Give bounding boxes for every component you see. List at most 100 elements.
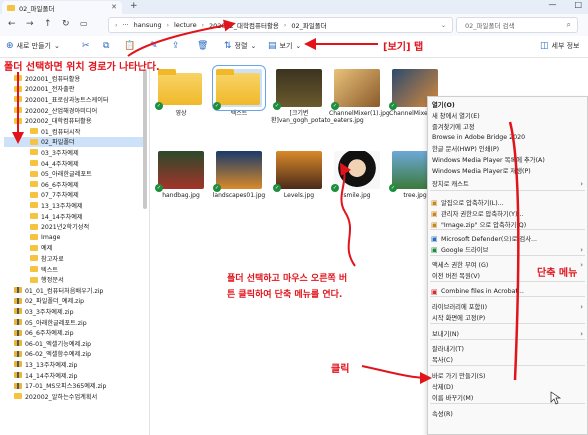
sidebar-item-label: 202001_컴퓨터활용 <box>25 75 81 83</box>
rename-icon[interactable]: ✎ <box>150 41 158 51</box>
sidebar-item[interactable]: 13_13주차예제.zip <box>14 359 77 370</box>
tab-close-icon[interactable]: ✕ <box>111 3 117 11</box>
breadcrumb-course[interactable]: 202002_대학컴퓨터활용 <box>209 20 279 30</box>
menu-item-icon: ▣ <box>431 245 438 254</box>
sidebar-item[interactable]: 202001_컴퓨터활용 <box>14 73 80 84</box>
context-menu-item[interactable]: 라이브러리에 포함(I) › <box>428 301 587 312</box>
search-input[interactable]: 02_파일폴더 검색 ⌕ <box>456 17 578 33</box>
sidebar-item[interactable]: 07_7주차예제 <box>30 190 79 201</box>
sidebar-item[interactable]: 02_파일폴더_예제.zip <box>14 296 84 307</box>
sidebar-item[interactable]: 05_아래한글레포트 <box>30 168 92 179</box>
image-file-item[interactable]: ✓ smile.jpg <box>331 151 383 199</box>
delete-icon[interactable]: 🗑 <box>197 41 208 51</box>
context-menu-item[interactable]: Windows Media Player 목록에 추가(A) <box>428 154 587 165</box>
context-menu-item[interactable]: ▣ Microsoft Defender(으)로 검사... <box>428 233 587 244</box>
new-tab-button[interactable]: + <box>130 1 138 11</box>
image-file-item[interactable]: ✓ Levels.jpg <box>273 151 325 199</box>
sidebar-item[interactable]: Image <box>30 232 60 243</box>
sidebar-item-label: 02_파일폴더_예제.zip <box>25 298 85 306</box>
maximize-button[interactable]: □ <box>574 0 582 9</box>
context-menu-item[interactable]: 장치로 캐스트 › <box>428 178 587 189</box>
image-file-item[interactable]: ✓ landscapes01.jpg <box>213 151 265 199</box>
image-file-item[interactable]: ✓ handbag.jpg <box>155 151 207 199</box>
chevron-down-icon[interactable]: ⌄ <box>441 22 446 29</box>
sidebar-item[interactable]: 06-01_엑셀기능예제.zip <box>14 338 91 349</box>
sidebar-item[interactable]: 01_01_컴퓨터처음배우기.zip <box>14 285 103 296</box>
sidebar-scrollbar[interactable] <box>143 69 147 209</box>
context-menu-item[interactable]: ▣ Combine files in Acrobat... <box>428 286 587 297</box>
context-menu-item[interactable]: 속성(R) <box>428 408 587 419</box>
share-icon[interactable]: ⇪ <box>172 41 180 51</box>
sidebar-item[interactable]: 05_아래한글레포트.zip <box>14 317 87 328</box>
sidebar-item[interactable]: 01_컴퓨터시작 <box>30 126 80 137</box>
breadcrumb-current[interactable]: 02_파일폴더 <box>291 20 326 30</box>
image-file-item[interactable]: ✓ ChannelMixer(1).jpg <box>329 69 390 117</box>
context-menu-item[interactable]: 시작 화면에 고정(P) <box>428 312 587 323</box>
context-menu-item[interactable]: 즐겨찾기에 고정 <box>428 121 587 132</box>
sidebar-item[interactable]: 06-02_엑셀함수예제.zip <box>14 349 91 360</box>
image-thumbnail: ✓ <box>273 69 322 110</box>
context-menu-item[interactable]: ▣ 알집으로 압축하기(L)... <box>428 197 587 208</box>
sidebar-item[interactable]: 17-01_MS오피스365예제.zip <box>14 380 106 391</box>
breadcrumb-hansung[interactable]: hansung <box>134 21 162 29</box>
sidebar-item[interactable]: 14_14주차예제 <box>30 211 83 222</box>
image-file-item[interactable]: ✓ [크기변환]van_gogh_potato_eaters.jpg <box>271 69 364 124</box>
monitor-icon[interactable]: ▭ <box>80 19 88 28</box>
chevron-right-icon: › <box>580 179 583 188</box>
context-menu-item[interactable]: ▣ Google 드라이브 › <box>428 244 587 255</box>
sidebar-item[interactable]: 202001_전자출판 <box>14 84 74 95</box>
context-menu-item[interactable]: 삭제(D) <box>428 381 587 392</box>
sidebar-item[interactable]: 06_6주차예제 <box>30 179 79 190</box>
sidebar-item[interactable]: 202001_표로삼과농트스케이터 <box>14 94 109 105</box>
sidebar-item[interactable]: 202002_알하는수업계획서 <box>14 391 97 402</box>
path-overflow[interactable]: ··· <box>122 21 128 29</box>
sidebar-item[interactable]: 13_13주차예제 <box>30 200 83 211</box>
context-menu-item[interactable]: ▣ "Image.zip" 으로 압축하기(Q) <box>428 219 587 230</box>
sidebar-item[interactable]: 03_3주차예제.zip <box>14 306 74 317</box>
context-menu-item[interactable]: 이름 바꾸기(M) <box>428 392 587 403</box>
folder-item[interactable]: ✓ 영상 <box>155 69 207 117</box>
tab-02-file-folder[interactable]: 02_파일폴더 ✕ <box>2 1 122 14</box>
sidebar-item[interactable]: 행정문서 <box>30 274 64 285</box>
context-menu-item[interactable]: Windows Media Player로 재생(P) <box>428 165 587 176</box>
folder-item[interactable]: ✓ 텍스트 <box>212 65 266 117</box>
folder-icon <box>158 69 202 105</box>
copy-icon[interactable]: ⧉ <box>103 41 109 51</box>
minimize-button[interactable]: — <box>548 0 556 9</box>
sidebar-item[interactable]: 예제 <box>30 243 52 254</box>
sidebar-item[interactable]: 202002_대학컴퓨터활용 <box>14 115 92 126</box>
context-menu-item[interactable]: 바로 가기 만들기(S) <box>428 370 587 381</box>
sidebar-item[interactable]: 202002_산업해경아미디어 <box>14 105 97 116</box>
view-button[interactable]: ▤ 보기 ⌄ <box>268 41 301 51</box>
cut-icon[interactable]: ✂ <box>82 41 90 51</box>
back-button[interactable]: ← <box>8 19 16 29</box>
address-bar[interactable]: › ··· hansung › lecture › 202002_대학컴퓨터활용… <box>108 17 453 33</box>
sidebar-item[interactable]: 참고자료 <box>30 253 64 264</box>
context-menu-item[interactable]: 새 창에서 열기(E) <box>428 110 587 121</box>
sidebar-item[interactable]: 2021년2학기성적 <box>30 221 89 232</box>
forward-button[interactable]: → <box>26 19 34 29</box>
breadcrumb-lecture[interactable]: lecture <box>174 21 197 29</box>
sort-button[interactable]: ⇅ 정렬 ⌄ <box>224 41 256 51</box>
sidebar-item-label: 202001_표로삼과농트스케이터 <box>25 96 109 104</box>
new-button[interactable]: ⊕ 새로 만들기 ⌄ <box>6 41 60 51</box>
context-menu-item[interactable]: 열기(O) <box>428 99 587 110</box>
details-button[interactable]: ◫ 세부 정보 <box>540 41 580 51</box>
sidebar-item[interactable]: 04_4주차예제 <box>30 158 79 169</box>
context-menu-item[interactable]: 보내기(N) › <box>428 328 587 339</box>
more-options-button[interactable]: ··· <box>312 41 319 49</box>
context-menu-item[interactable]: 복사(C) <box>428 354 587 365</box>
sidebar-item[interactable]: 텍스트 <box>30 264 58 275</box>
sidebar-item[interactable]: 02_파일폴더 <box>4 136 144 148</box>
refresh-button[interactable]: ↻ <box>62 19 70 29</box>
paste-icon[interactable]: 📋 <box>124 41 135 51</box>
up-button[interactable]: ↑ <box>44 19 52 29</box>
context-menu-item[interactable]: Browse in Adobe Bridge 2020 <box>428 132 587 143</box>
context-menu-item[interactable]: 잘라내기(T) <box>428 343 587 354</box>
sidebar-item[interactable]: 03_3주차예제 <box>30 147 79 158</box>
context-menu-item[interactable]: ▣ 관리자 권한으로 압축하기(Y)... <box>428 208 587 219</box>
sidebar-item[interactable]: 14_14주차예제.zip <box>14 370 77 381</box>
image-thumbnail: ✓ <box>155 151 204 192</box>
sidebar-item[interactable]: 06_6주차예제.zip <box>14 327 74 338</box>
context-menu-item[interactable]: 한글 문서(HWP) 인쇄(P) <box>428 143 587 154</box>
